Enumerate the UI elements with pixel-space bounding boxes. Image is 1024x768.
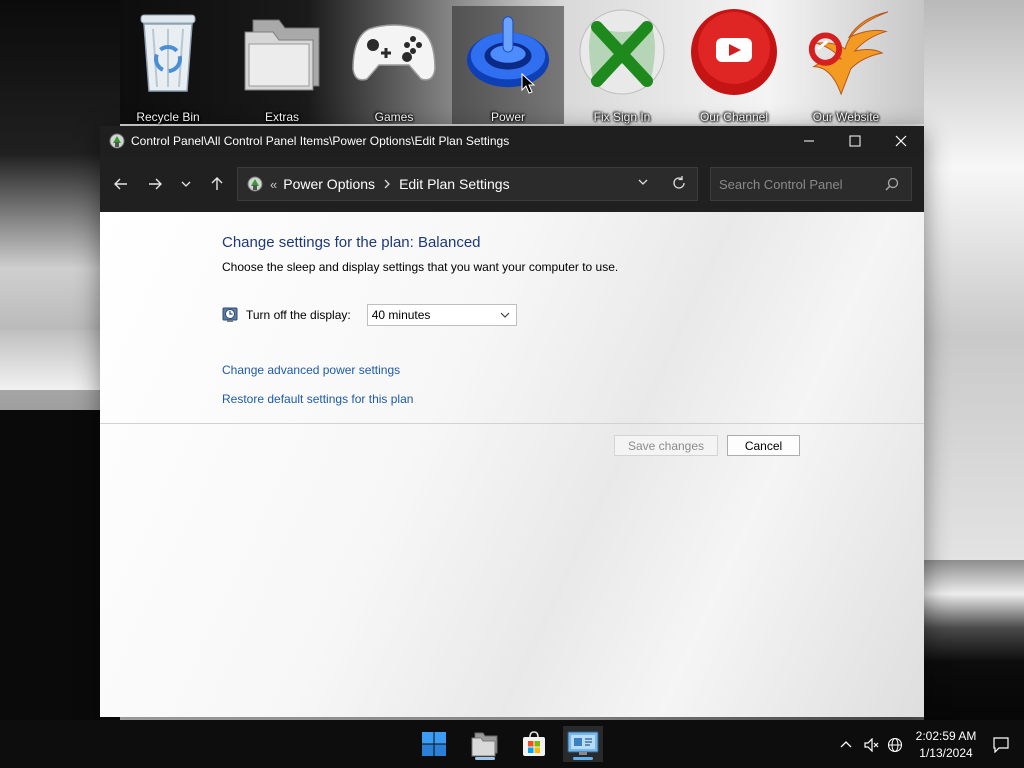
desktop-icon-fix-sign-in[interactable]: Fix Sign In xyxy=(566,6,678,124)
taskbar-file-explorer[interactable] xyxy=(465,726,505,762)
folder-icon xyxy=(471,732,498,757)
control-panel-icon xyxy=(567,731,599,755)
mouse-cursor-icon xyxy=(521,73,535,94)
search-box[interactable] xyxy=(710,167,912,201)
start-button[interactable] xyxy=(414,726,454,762)
control-panel-icon xyxy=(109,133,125,148)
minimize-button[interactable] xyxy=(786,126,832,155)
back-arrow-icon xyxy=(114,178,127,189)
wallpaper-bottom-right xyxy=(924,560,1024,730)
taskbar-control-panel[interactable] xyxy=(563,726,603,762)
desktop-icon-label: Extras xyxy=(264,110,299,124)
taskbar: 2:02:59 AM 1/13/2024 xyxy=(0,720,1024,768)
desktop-icon-label: Fix Sign In xyxy=(593,110,651,124)
windows-logo-icon xyxy=(422,732,446,756)
forward-button[interactable] xyxy=(138,167,172,201)
divider xyxy=(100,423,924,424)
desktop-icon-our-website[interactable]: Our Website xyxy=(790,6,902,124)
desktop-icon-games[interactable]: Games xyxy=(338,6,450,124)
chevron-right-icon xyxy=(384,179,390,189)
window-titlebar[interactable]: Control Panel\All Control Panel Items\Po… xyxy=(100,126,924,155)
desktop-icon-recycle-bin[interactable]: Recycle Bin xyxy=(112,6,224,124)
display-setting-row: Turn off the display: 40 minutes xyxy=(222,304,517,326)
search-icon[interactable] xyxy=(885,177,899,191)
plan-settings-content: Change settings for the plan: Balanced C… xyxy=(100,212,924,717)
maximize-button[interactable] xyxy=(832,126,878,155)
control-panel-window: Control Panel\All Control Panel Items\Po… xyxy=(100,126,924,717)
xbox-icon xyxy=(578,8,666,96)
desktop-icon-extras[interactable]: Extras xyxy=(226,6,338,124)
refresh-icon[interactable] xyxy=(671,175,687,191)
system-clock[interactable]: 2:02:59 AM 1/13/2024 xyxy=(906,728,986,762)
gamepad-icon xyxy=(350,8,438,96)
active-indicator xyxy=(573,757,593,760)
network-globe-icon[interactable] xyxy=(887,737,903,753)
maximize-icon xyxy=(849,135,861,146)
desktop-icon-label: Games xyxy=(374,110,414,124)
display-timeout-dropdown[interactable]: 40 minutes xyxy=(366,304,517,326)
store-icon xyxy=(523,731,545,756)
youtube-icon xyxy=(690,8,778,96)
control-panel-icon xyxy=(247,176,263,192)
folder-icon xyxy=(238,8,326,96)
forward-arrow-icon xyxy=(149,178,162,189)
clock-date: 1/13/2024 xyxy=(919,746,973,760)
wallpaper-bottom-left xyxy=(0,410,100,720)
display-timer-icon xyxy=(222,307,238,322)
back-button[interactable] xyxy=(104,167,138,201)
up-arrow-icon xyxy=(211,176,223,190)
sound-muted-icon[interactable] xyxy=(864,738,880,752)
close-button[interactable] xyxy=(878,126,924,155)
chevron-down-icon xyxy=(181,181,191,187)
address-history-chevron-icon[interactable] xyxy=(637,176,649,188)
desktop-icon-label: Power xyxy=(490,110,525,124)
display-setting-label: Turn off the display: xyxy=(246,308,351,322)
power-icon xyxy=(464,8,552,96)
breadcrumb-power-options[interactable]: Power Options xyxy=(283,176,375,192)
desktop-icon-label: Recycle Bin xyxy=(136,110,200,124)
up-button[interactable] xyxy=(200,167,234,201)
taskbar-microsoft-store[interactable] xyxy=(514,726,554,762)
recycle-bin-icon xyxy=(124,8,212,96)
breadcrumb-edit-plan-settings[interactable]: Edit Plan Settings xyxy=(399,176,510,192)
chevron-down-icon xyxy=(500,312,510,318)
desktop-icon-our-channel[interactable]: Our Channel xyxy=(678,6,790,124)
running-indicator xyxy=(475,757,495,760)
close-icon xyxy=(895,135,907,146)
cancel-button[interactable]: Cancel xyxy=(727,435,800,456)
desktop-icon-power[interactable]: Power xyxy=(452,6,564,124)
desktop-icon-label: Our Website xyxy=(812,110,880,124)
page-description: Choose the sleep and display settings th… xyxy=(222,260,619,274)
search-input[interactable] xyxy=(711,176,881,192)
wallpaper-right xyxy=(924,0,1024,560)
address-bar[interactable]: « Power Options Edit Plan Settings xyxy=(237,167,698,201)
save-changes-button[interactable]: Save changes xyxy=(614,435,718,456)
clock-time: 2:02:59 AM xyxy=(915,729,977,743)
wallpaper-band xyxy=(0,330,110,390)
restore-defaults-link[interactable]: Restore default settings for this plan xyxy=(222,392,413,406)
window-title: Control Panel\All Control Panel Items\Po… xyxy=(131,133,510,148)
notifications-icon[interactable] xyxy=(993,737,1009,753)
desktop-icon-label: Our Channel xyxy=(699,110,769,124)
show-hidden-icons-chevron-icon[interactable] xyxy=(840,740,852,750)
phoenix-icon xyxy=(802,8,890,96)
breadcrumb-overflow[interactable]: « xyxy=(270,177,277,192)
advanced-power-settings-link[interactable]: Change advanced power settings xyxy=(222,363,400,377)
display-timeout-value: 40 minutes xyxy=(371,308,431,322)
page-heading: Change settings for the plan: Balanced xyxy=(222,234,481,251)
recent-locations-button[interactable] xyxy=(172,167,200,201)
minimize-icon xyxy=(804,140,814,141)
navigation-bar: « Power Options Edit Plan Settings xyxy=(100,155,924,212)
